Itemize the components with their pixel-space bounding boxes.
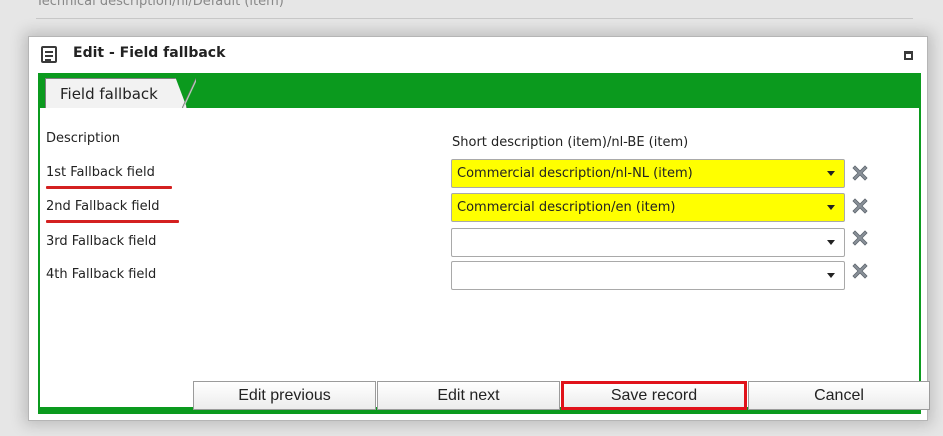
annotation-underline-1 [46, 186, 172, 189]
form-icon [41, 46, 57, 63]
annotation-underline-2 [46, 220, 179, 223]
dialog-titlebar: Edit - Field fallback [29, 37, 927, 73]
dialog-title: Edit - Field fallback [73, 45, 226, 61]
fallback-select-2-value: Commercial description/en (item) [457, 200, 676, 215]
background-breadcrumb: Technical description/nl/Default (item) [36, 0, 284, 9]
maximize-icon[interactable] [904, 51, 913, 60]
fallback-label-3: 3rd Fallback field [46, 234, 157, 249]
fallback-select-1-value: Commercial description/nl-NL (item) [457, 166, 693, 181]
edit-dialog: Edit - Field fallback Field fallback Des… [28, 36, 930, 421]
edit-next-button[interactable]: Edit next [377, 381, 560, 410]
fallback-label-4: 4th Fallback field [46, 267, 157, 282]
fallback-label-1: 1st Fallback field [46, 165, 155, 180]
fallback-select-3[interactable] [451, 228, 845, 257]
delete-x-icon[interactable] [850, 261, 870, 281]
delete-x-icon[interactable] [850, 196, 870, 216]
description-label: Description [46, 131, 121, 146]
chevron-down-icon [827, 171, 835, 176]
form-area: Description Short description (item)/nl-… [38, 73, 921, 393]
fallback-select-1[interactable]: Commercial description/nl-NL (item) [451, 159, 845, 188]
chevron-down-icon [827, 273, 835, 278]
cancel-button[interactable]: Cancel [748, 381, 930, 410]
delete-x-icon[interactable] [850, 228, 870, 248]
fallback-select-2[interactable]: Commercial description/en (item) [451, 193, 845, 222]
dialog-footer: Edit previous Edit next Save record Canc… [38, 376, 930, 414]
delete-x-icon[interactable] [850, 163, 870, 183]
edit-previous-button[interactable]: Edit previous [193, 381, 376, 410]
fallback-label-2: 2nd Fallback field [46, 199, 160, 214]
chevron-down-icon [827, 205, 835, 210]
description-value: Short description (item)/nl-BE (item) [452, 135, 689, 150]
background-divider [36, 18, 913, 19]
fallback-select-4[interactable] [451, 261, 845, 290]
save-record-button[interactable]: Save record [561, 381, 747, 410]
chevron-down-icon [827, 240, 835, 245]
